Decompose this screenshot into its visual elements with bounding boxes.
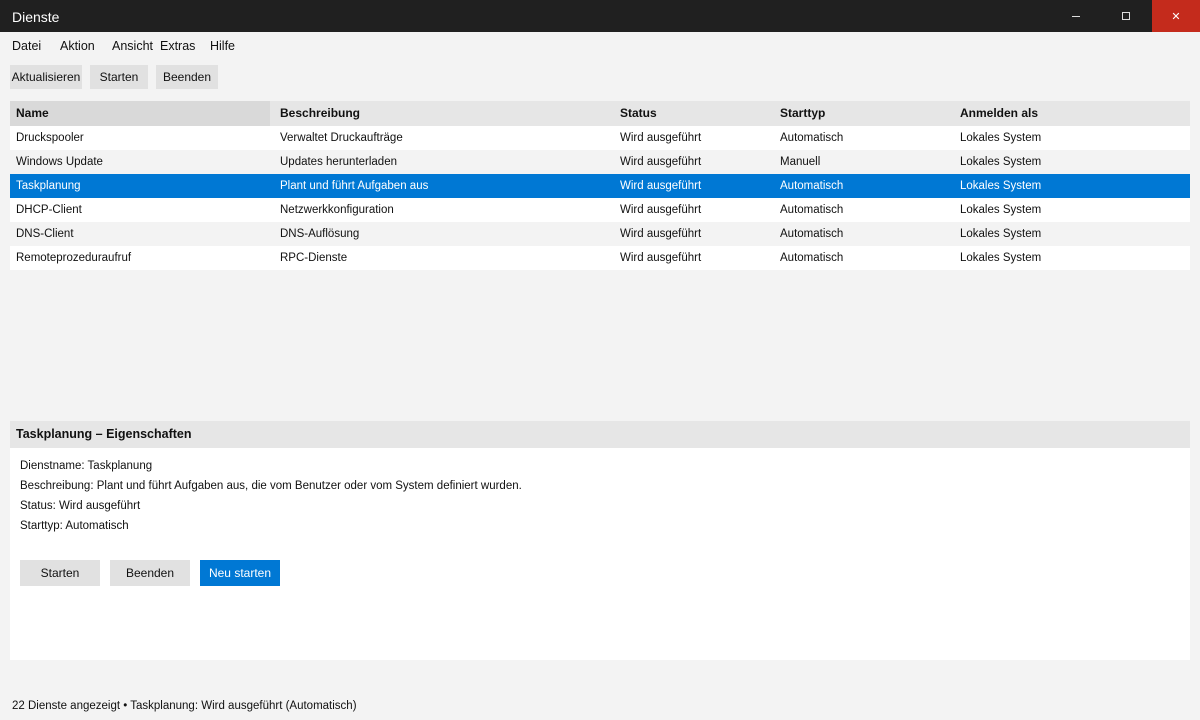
cell-description: Verwaltet Druckaufträge <box>280 132 403 144</box>
cell-status: Wird ausgeführt <box>620 252 702 264</box>
cell-logon: Lokales System <box>960 156 1042 168</box>
menu-aktion[interactable]: Aktion <box>60 39 95 53</box>
table-header: Name Beschreibung Status Starttyp Anmeld… <box>10 101 1190 126</box>
cell-logon: Lokales System <box>960 132 1042 144</box>
column-header-logon[interactable]: Anmelden als <box>954 101 1190 126</box>
stop-button[interactable]: Beenden <box>156 65 218 89</box>
table-row[interactable]: Windows Update Updates herunterladen Wir… <box>10 150 1190 174</box>
table-row[interactable]: DHCP-Client Netzwerkkonfiguration Wird a… <box>10 198 1190 222</box>
window-title: Dienste <box>12 9 60 25</box>
cell-status: Wird ausgeführt <box>620 204 702 216</box>
property-status: Status: Wird ausgeführt <box>20 500 141 512</box>
menu-bar: Datei Aktion Ansicht Extras Hilfe <box>0 32 1200 58</box>
maximize-icon <box>1122 12 1130 20</box>
services-table: Name Beschreibung Status Starttyp Anmeld… <box>10 101 1190 270</box>
table-row[interactable]: Remoteprozeduraufruf RPC-Dienste Wird au… <box>10 246 1190 270</box>
minimize-icon <box>1072 15 1080 17</box>
cell-logon: Lokales System <box>960 228 1042 240</box>
cell-name: DNS-Client <box>16 228 74 240</box>
cell-name: DHCP-Client <box>16 204 82 216</box>
column-header-status[interactable]: Status <box>614 101 774 126</box>
cell-status: Wird ausgeführt <box>620 180 702 192</box>
cell-status: Wird ausgeführt <box>620 132 702 144</box>
column-header-description[interactable]: Beschreibung <box>274 101 614 126</box>
cell-start-type: Automatisch <box>780 180 844 192</box>
cell-description: DNS-Auflösung <box>280 228 360 240</box>
cell-logon: Lokales System <box>960 252 1042 264</box>
table-row-selected[interactable]: Taskplanung Plant und führt Aufgaben aus… <box>10 174 1190 198</box>
column-header-start-type[interactable]: Starttyp <box>774 101 954 126</box>
cell-description: Plant und führt Aufgaben aus <box>280 180 429 192</box>
cell-name: Druckspooler <box>16 132 84 144</box>
cell-name: Remoteprozeduraufruf <box>16 252 132 264</box>
cell-start-type: Automatisch <box>780 228 844 240</box>
title-bar: Dienste ✕ <box>0 0 1200 32</box>
close-button[interactable]: ✕ <box>1152 0 1200 32</box>
minimize-button[interactable] <box>1051 0 1101 32</box>
properties-start-button[interactable]: Starten <box>20 560 100 586</box>
properties-panel: Taskplanung – Eigenschaften Dienstname: … <box>10 421 1190 660</box>
properties-restart-button[interactable]: Neu starten <box>200 560 280 586</box>
cell-start-type: Automatisch <box>780 252 844 264</box>
menu-extras[interactable]: Extras <box>160 39 195 53</box>
property-service-name: Dienstname: Taskplanung <box>20 460 153 472</box>
cell-start-type: Automatisch <box>780 204 844 216</box>
properties-stop-button[interactable]: Beenden <box>110 560 190 586</box>
close-icon: ✕ <box>1171 10 1181 23</box>
toolbar: Aktualisieren Starten Beenden <box>0 58 1200 96</box>
cell-name: Taskplanung <box>16 180 81 192</box>
cell-name: Windows Update <box>16 156 103 168</box>
cell-start-type: Automatisch <box>780 132 844 144</box>
cell-status: Wird ausgeführt <box>620 228 702 240</box>
cell-description: Netzwerkkonfiguration <box>280 204 394 216</box>
cell-start-type: Manuell <box>780 156 821 168</box>
menu-hilfe[interactable]: Hilfe <box>210 39 235 53</box>
properties-header: Taskplanung – Eigenschaften <box>10 421 1190 448</box>
column-header-name[interactable]: Name <box>10 101 270 126</box>
menu-datei[interactable]: Datei <box>12 39 41 53</box>
refresh-button[interactable]: Aktualisieren <box>10 65 82 89</box>
property-description: Beschreibung: Plant und führt Aufgaben a… <box>20 480 522 492</box>
property-start-type: Starttyp: Automatisch <box>20 520 129 532</box>
cell-logon: Lokales System <box>960 204 1042 216</box>
maximize-button[interactable] <box>1101 0 1151 32</box>
table-row[interactable]: DNS-Client DNS-Auflösung Wird ausgeführt… <box>10 222 1190 246</box>
cell-logon: Lokales System <box>960 180 1042 192</box>
cell-description: Updates herunterladen <box>280 156 397 168</box>
cell-description: RPC-Dienste <box>280 252 348 264</box>
status-bar: 22 Dienste angezeigt • Taskplanung: Wird… <box>12 700 357 712</box>
menu-ansicht[interactable]: Ansicht <box>112 39 153 53</box>
start-button[interactable]: Starten <box>90 65 148 89</box>
cell-status: Wird ausgeführt <box>620 156 702 168</box>
table-row[interactable]: Druckspooler Verwaltet Druckaufträge Wir… <box>10 126 1190 150</box>
